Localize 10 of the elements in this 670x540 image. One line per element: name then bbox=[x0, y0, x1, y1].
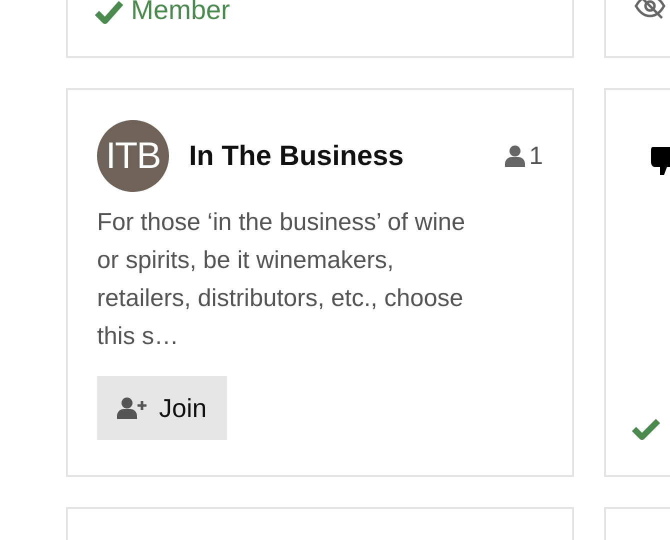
group-avatar: ITB bbox=[97, 120, 169, 192]
eye-slash-icon bbox=[634, 0, 666, 19]
group-name: In The Business bbox=[189, 140, 405, 172]
person-icon bbox=[505, 145, 526, 167]
check-icon bbox=[632, 418, 660, 440]
join-button[interactable]: Join bbox=[97, 376, 227, 440]
member-count: 1 bbox=[529, 142, 543, 170]
group-description: For those ‘in the business’ of wine or spirits, be it winemakers, retailers, distributors, etc., choose this s… bbox=[97, 208, 466, 352]
add-user-icon bbox=[117, 397, 147, 419]
check-icon bbox=[95, 0, 123, 24]
